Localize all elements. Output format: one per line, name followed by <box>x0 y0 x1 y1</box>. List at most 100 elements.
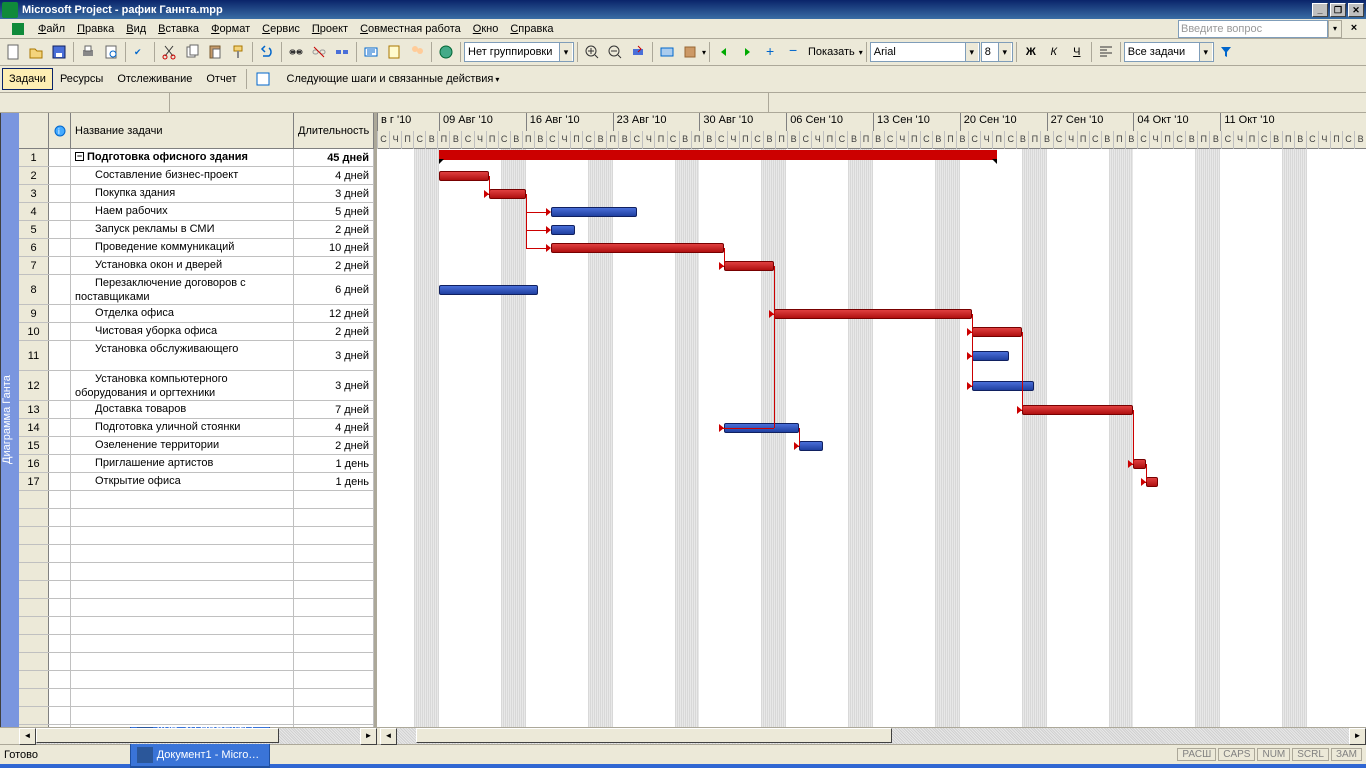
gantt-chart[interactable]: в г '1009 Авг '1016 Авг '1023 Авг '1030 … <box>377 113 1366 727</box>
table-row-empty[interactable] <box>19 509 374 527</box>
summary-bar[interactable] <box>439 153 997 160</box>
table-scroll-right[interactable]: ► <box>360 728 377 745</box>
related-actions-button[interactable] <box>249 68 280 90</box>
row-number[interactable]: 15 <box>19 437 49 454</box>
spelling-button[interactable]: ✔ <box>129 41 151 63</box>
taskbar-item[interactable]: Документ1 - Micro… <box>130 743 270 767</box>
menu-Сервис[interactable]: Сервис <box>256 21 306 37</box>
close-button[interactable]: ✕ <box>1348 3 1364 17</box>
table-row[interactable]: 7 Установка окон и дверей2 дней <box>19 257 374 275</box>
tracking-guide-button[interactable]: Отслеживание <box>110 68 199 90</box>
table-row[interactable]: 10Чистовая уборка офиса2 дней <box>19 323 374 341</box>
menu-Файл[interactable]: Файл <box>32 21 71 37</box>
table-row-empty[interactable] <box>19 545 374 563</box>
task-bar[interactable] <box>551 207 638 217</box>
table-row[interactable]: 11Установка обслуживающего3 дней <box>19 341 374 371</box>
new-button[interactable] <box>2 41 24 63</box>
task-name-cell[interactable]: Установка компьютерного оборудования и о… <box>71 371 294 400</box>
menu-Вставка[interactable]: Вставка <box>152 21 205 37</box>
table-row[interactable]: 16Приглашение артистов1 день <box>19 455 374 473</box>
table-row[interactable]: 1−Подготовка офисного здания45 дней <box>19 149 374 167</box>
mdi-close-button[interactable]: × <box>1346 21 1362 37</box>
row-number[interactable]: 4 <box>19 203 49 220</box>
notes-button[interactable] <box>383 41 405 63</box>
bold-button[interactable]: Ж <box>1020 41 1042 63</box>
duration-column-header[interactable]: Длительность <box>294 113 374 148</box>
menu-Формат[interactable]: Формат <box>205 21 256 37</box>
cut-button[interactable] <box>158 41 180 63</box>
undo-button[interactable] <box>256 41 278 63</box>
gantt-scroll-track[interactable] <box>397 728 1349 744</box>
table-scroll-left[interactable]: ◄ <box>19 728 36 745</box>
task-bar[interactable] <box>972 327 1022 337</box>
outdent-button[interactable] <box>713 41 735 63</box>
duration-cell[interactable]: 1 день <box>294 473 374 490</box>
timescale[interactable]: в г '1009 Авг '1016 Авг '1023 Авг '1030 … <box>377 113 1366 149</box>
open-button[interactable] <box>25 41 47 63</box>
table-row-empty[interactable] <box>19 491 374 509</box>
link-button[interactable] <box>285 41 307 63</box>
duration-cell[interactable]: 2 дней <box>294 437 374 454</box>
duration-cell[interactable]: 2 дней <box>294 221 374 238</box>
task-name-cell[interactable]: Установка обслуживающего <box>71 341 294 370</box>
table-row-empty[interactable] <box>19 581 374 599</box>
filter-combo[interactable]: Все задачи <box>1124 42 1214 62</box>
duration-cell[interactable]: 3 дней <box>294 371 374 400</box>
help-search-dropdown[interactable]: ▾ <box>1328 20 1342 38</box>
row-number[interactable]: 16 <box>19 455 49 472</box>
duration-cell[interactable]: 3 дней <box>294 185 374 202</box>
task-name-cell[interactable]: Запуск рекламы в СМИ <box>71 221 294 238</box>
font-combo[interactable]: Arial <box>870 42 980 62</box>
table-row[interactable]: 15Озеленение территории2 дней <box>19 437 374 455</box>
print-button[interactable] <box>77 41 99 63</box>
underline-button[interactable]: Ч <box>1066 41 1088 63</box>
task-bar[interactable] <box>724 261 774 271</box>
zoom-out-button[interactable] <box>604 41 626 63</box>
row-number[interactable]: 14 <box>19 419 49 436</box>
autofilter-button[interactable] <box>1215 41 1237 63</box>
table-row[interactable]: 14Подготовка уличной стоянки4 дней <box>19 419 374 437</box>
table-row-empty[interactable] <box>19 653 374 671</box>
menu-Правка[interactable]: Правка <box>71 21 120 37</box>
menu-Совместная работа[interactable]: Совместная работа <box>354 21 467 37</box>
duration-cell[interactable]: 10 дней <box>294 239 374 256</box>
task-name-cell[interactable]: Открытие офиса <box>71 473 294 490</box>
task-name-cell[interactable]: Подготовка уличной стоянки <box>71 419 294 436</box>
menu-Вид[interactable]: Вид <box>120 21 152 37</box>
task-name-cell[interactable]: Установка окон и дверей <box>71 257 294 274</box>
duration-cell[interactable]: 2 дней <box>294 257 374 274</box>
hide-subtasks-button[interactable]: − <box>782 41 804 63</box>
menu-Справка[interactable]: Справка <box>504 21 559 37</box>
duration-cell[interactable]: 4 дней <box>294 167 374 184</box>
task-bar[interactable] <box>1133 459 1145 469</box>
duration-cell[interactable]: 7 дней <box>294 401 374 418</box>
unlink-button[interactable] <box>308 41 330 63</box>
table-row-empty[interactable] <box>19 707 374 725</box>
restore-button[interactable]: ❐ <box>1330 3 1346 17</box>
app-menu-icon[interactable] <box>4 19 32 39</box>
task-name-cell[interactable]: Покупка здания <box>71 185 294 202</box>
duration-cell[interactable]: 45 дней <box>294 149 374 166</box>
publish-button[interactable] <box>435 41 457 63</box>
task-name-cell[interactable]: Наем рабочих <box>71 203 294 220</box>
row-number[interactable]: 7 <box>19 257 49 274</box>
row-number[interactable]: 9 <box>19 305 49 322</box>
task-info-button[interactable] <box>360 41 382 63</box>
table-row[interactable]: 13Доставка товаров7 дней <box>19 401 374 419</box>
row-number[interactable]: 2 <box>19 167 49 184</box>
task-name-cell[interactable]: Приглашение артистов <box>71 455 294 472</box>
row-number[interactable]: 17 <box>19 473 49 490</box>
table-row[interactable]: 6Проведение коммуникаций10 дней <box>19 239 374 257</box>
report-guide-button[interactable]: Отчет <box>199 68 243 90</box>
task-name-cell[interactable]: −Подготовка офисного здания <box>71 149 294 166</box>
table-row-empty[interactable] <box>19 527 374 545</box>
row-number[interactable]: 8 <box>19 275 49 304</box>
outline-collapse-icon[interactable]: − <box>75 152 84 161</box>
minimize-button[interactable]: _ <box>1312 3 1328 17</box>
task-bar[interactable] <box>799 441 824 451</box>
copy-picture-button[interactable] <box>656 41 678 63</box>
tasks-guide-button[interactable]: Задачи <box>2 68 53 90</box>
gantt-scroll-right[interactable]: ► <box>1349 728 1366 745</box>
copy-button[interactable] <box>181 41 203 63</box>
task-bar[interactable] <box>439 285 538 295</box>
